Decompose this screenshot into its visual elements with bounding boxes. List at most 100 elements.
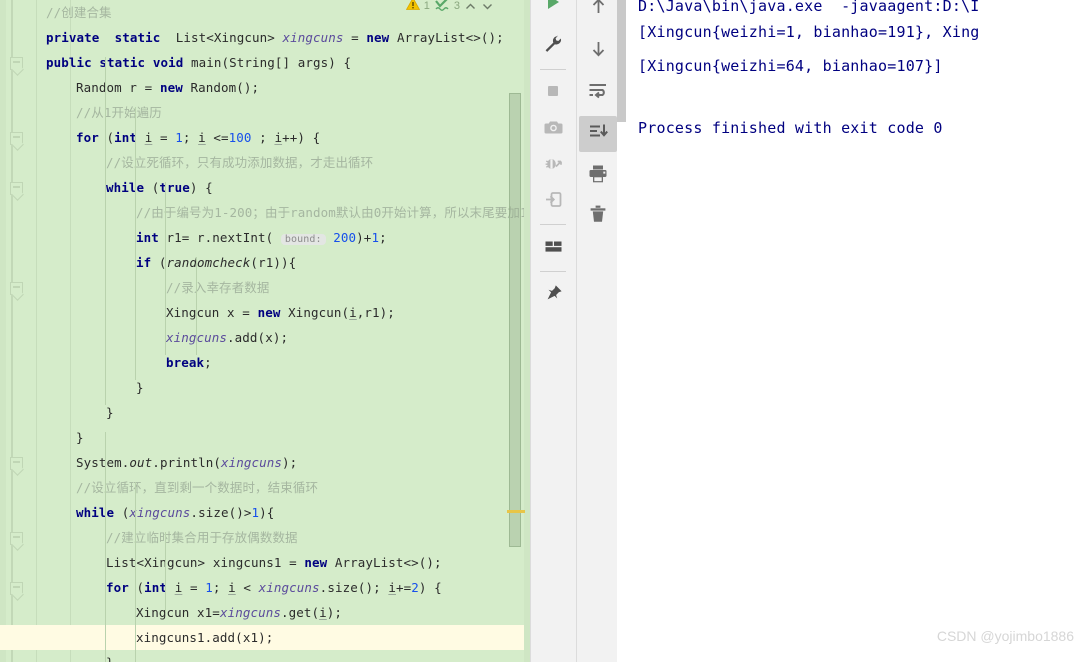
inspection-widget[interactable]: 1 3 [405,0,494,16]
indent-guide [105,57,106,405]
code-line[interactable]: public static void main(String[] args) { [0,50,530,75]
indent-guide [135,107,136,380]
scroll-to-end-button[interactable] [579,116,617,152]
profiler-button[interactable] [534,147,572,183]
code-line[interactable]: for (int i = 1; i < xingcuns.size(); i+=… [0,575,530,600]
layout-settings-button[interactable] [534,230,572,266]
console-line: [Xingcun{weizhi=1, bianhao=191}, Xing [638,23,980,41]
code-text-area[interactable]: //创建合集 private static List<Xingcun> xingc… [0,0,530,662]
code-line-text: } [106,405,114,420]
warning-icon[interactable] [405,0,420,16]
code-line[interactable]: System.out.println(xingcuns); [0,450,530,475]
indent-guide [165,182,166,355]
toolbar-left-border [530,0,531,662]
pin-icon [543,283,564,308]
scroll-to-end-icon [587,121,609,147]
wrench-icon [543,34,563,58]
stop-button[interactable] [534,75,572,111]
code-line-text: int r1= r.nextInt( bound: 200)+1; [136,230,387,245]
layout-icon [543,236,564,261]
code-line[interactable]: for (int i = 1; i <=100 ; i++) { [0,125,530,150]
code-line[interactable]: } [0,425,530,450]
chevron-up-icon[interactable] [464,0,477,13]
code-line[interactable]: private static List<Xingcun> xingcuns = … [0,25,530,50]
code-line-text: for (int i = 1; i < xingcuns.size(); i+=… [106,580,442,595]
code-line-text: List<Xingcun> xingcuns1 = new ArrayList<… [106,555,442,570]
code-line[interactable]: //从1开始遍历 [0,100,530,125]
console-line: [Xingcun{weizhi=64, bianhao=107}] [638,57,943,75]
soft-wrap-icon [587,79,609,105]
indent-guide [105,432,106,662]
code-line-text: Xingcun x = new Xingcun(i,r1); [166,305,395,320]
editor-warning-marker[interactable] [507,510,525,513]
code-line[interactable]: xingcuns.add(x); [0,325,530,350]
toolbar-separator [540,224,566,225]
arrow-up-icon [588,0,609,21]
code-line[interactable]: } [0,375,530,400]
editor-scrollbar-thumb[interactable] [509,93,521,547]
code-line[interactable]: xingcuns1.add(x1); [0,625,530,650]
console-line: Process finished with exit code 0 [638,119,943,137]
code-line[interactable]: while (xingcuns.size()>1){ [0,500,530,525]
code-line[interactable]: while (true) { [0,175,530,200]
pin-tab-button[interactable] [534,277,572,313]
soft-wrap-button[interactable] [579,74,617,110]
code-line-text: for (int i = 1; i <=100 ; i++) { [76,130,321,145]
code-line-text: //创建合集 [46,5,112,20]
attach-debugger-button[interactable] [534,183,572,219]
run-console[interactable]: D:\Java\bin\java.exe -javaagent:D:\I [Xi… [617,0,1082,662]
memory-snapshot-button[interactable] [534,111,572,147]
code-line[interactable]: //设立死循环，只有成功添加数据，才走出循环 [0,150,530,175]
passed-count: 3 [453,0,460,12]
toolbar-left-border [576,0,577,662]
code-editor[interactable]: //创建合集 private static List<Xingcun> xingc… [0,0,530,662]
console-line: D:\Java\bin\java.exe -javaagent:D:\I [638,0,980,15]
code-line[interactable]: //由于编号为1-200；由于random默认由0开始计算，所以末尾要加1； [0,200,530,225]
clear-all-button[interactable] [579,198,617,234]
code-line-text: //从1开始遍历 [76,105,162,120]
code-line-text: Xingcun x1=xingcuns.get(i); [136,605,343,620]
code-line-text: public static void main(String[] args) { [46,55,352,70]
code-line-text: while (true) { [106,180,213,195]
code-line[interactable]: //建立临时集合用于存放偶数数据 [0,525,530,550]
code-line[interactable]: //录入幸存者数据 [0,275,530,300]
console-toolbar [576,0,620,662]
code-line-text: Random r = new Random(); [76,80,260,95]
code-line-text: } [106,650,114,662]
code-line[interactable]: } [0,400,530,425]
inspection-ok-icon[interactable] [434,0,450,16]
code-line-text: //设立循环，直到剩一个数据时，结束循环 [76,480,319,495]
code-line[interactable]: if (randomcheck(r1)){ [0,250,530,275]
attach-icon [543,189,564,214]
code-line-text: //录入幸存者数据 [166,280,270,295]
code-line[interactable]: Xingcun x = new Xingcun(i,r1); [0,300,530,325]
rerun-button[interactable] [534,0,572,22]
ide-window: //创建合集 private static List<Xingcun> xingc… [0,0,1082,662]
camera-icon [543,117,564,142]
code-line-text: private static List<Xingcun> xingcuns = … [46,30,504,45]
code-line[interactable]: Xingcun x1=xingcuns.get(i); [0,600,530,625]
code-line-text: if (randomcheck(r1)){ [136,255,297,270]
profiler-bug-icon [543,153,564,178]
warning-count: 1 [423,0,430,12]
code-line-text: xingcuns1.add(x1); [136,630,274,645]
down-button[interactable] [579,32,617,68]
up-button[interactable] [579,0,617,26]
code-line-text: //由于编号为1-200；由于random默认由0开始计算，所以末尾要加1； [136,205,530,220]
code-line[interactable]: //设立循环，直到剩一个数据时，结束循环 [0,475,530,500]
print-button[interactable] [579,158,617,194]
code-line-text: } [76,430,84,445]
console-scrollbar-thumb[interactable] [617,0,626,122]
code-line[interactable]: Random r = new Random(); [0,75,530,100]
code-line[interactable]: int r1= r.nextInt( bound: 200)+1; [0,225,530,250]
code-line[interactable]: } [0,650,530,662]
modify-run-config-button[interactable] [534,28,572,64]
indent-guide [165,532,166,612]
toolbar-separator [540,271,566,272]
chevron-down-icon[interactable] [481,0,494,13]
rerun-icon [543,0,563,16]
trash-icon [587,203,609,229]
code-line[interactable]: List<Xingcun> xingcuns1 = new ArrayList<… [0,550,530,575]
code-line-text: System.out.println(xingcuns); [76,455,298,470]
code-line[interactable]: break; [0,350,530,375]
